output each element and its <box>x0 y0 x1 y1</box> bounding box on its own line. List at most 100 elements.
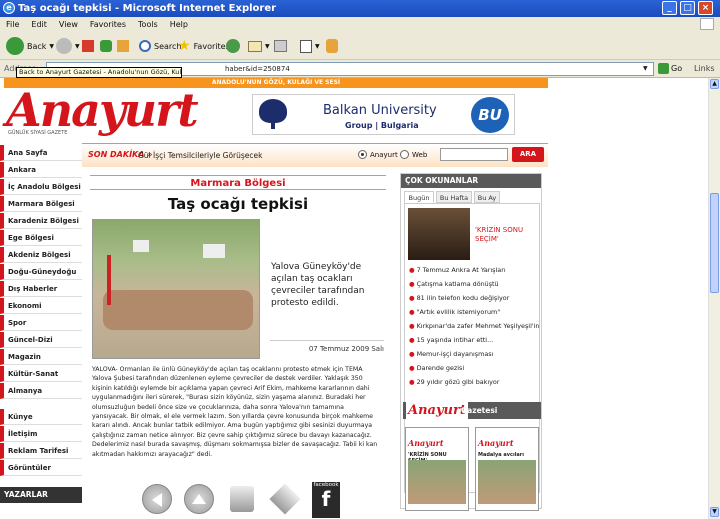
search-scope-web-label: Web <box>412 151 428 159</box>
print-article-icon[interactable] <box>230 486 254 512</box>
banner-mark: BU <box>471 97 509 133</box>
go-arrow-icon <box>658 63 669 74</box>
list-item[interactable]: ● "Artık evlilik istemiyorum" <box>409 308 539 316</box>
go-button[interactable]: Go <box>671 64 682 73</box>
newspaper-cover[interactable]: Anayurt Madalya avcıları <box>475 427 539 511</box>
nav-item[interactable]: Ankara <box>0 162 82 178</box>
article-date: 07 Temmuz 2009 Salı <box>308 345 384 353</box>
history-button[interactable] <box>226 36 240 56</box>
article-section: Marmara Bölgesi <box>90 175 386 190</box>
edit-button[interactable]: ▼ <box>300 36 320 56</box>
bullet-icon: ● <box>409 364 417 372</box>
stop-button[interactable] <box>82 36 94 56</box>
facebook-icon: f <box>321 487 331 511</box>
forward-button[interactable]: ▼ <box>56 36 80 56</box>
scroll-thumb[interactable] <box>710 193 719 293</box>
messenger-icon <box>326 39 338 53</box>
list-item[interactable]: ● Darende gezisi <box>409 364 539 372</box>
list-item[interactable]: ● 7 Temmuz Ankra At Yarışları <box>409 266 539 274</box>
list-item[interactable]: ● Çatışma katlama dönüştü <box>409 280 539 288</box>
list-item[interactable]: ● 81 ilin telefon kodu değişiyor <box>409 294 539 302</box>
send-article-icon[interactable] <box>269 483 301 515</box>
site-logo[interactable]: Anayurt <box>6 86 199 134</box>
advert-banner[interactable]: Balkan University Group | Bulgaria BU <box>252 94 515 135</box>
gazete-logo: Anayurt <box>406 402 468 419</box>
scroll-up-arrow-icon[interactable]: ▲ <box>710 79 719 89</box>
next-button[interactable] <box>184 484 214 514</box>
menu-favorites[interactable]: Favorites <box>84 20 132 29</box>
featured-title[interactable]: 'KRİZİN SONU SEÇİM' <box>475 226 537 244</box>
menu-edit[interactable]: Edit <box>25 20 53 29</box>
nav-item[interactable]: Ana Sayfa <box>0 145 82 161</box>
cover-masthead: Anayurt <box>408 438 444 448</box>
minimize-button[interactable]: _ <box>662 1 677 15</box>
back-arrow-icon <box>6 37 24 55</box>
messenger-button[interactable] <box>326 36 338 56</box>
nav-item[interactable]: Kültür-Sanat <box>0 366 82 382</box>
close-button[interactable]: × <box>698 1 713 15</box>
nav-item[interactable]: Almanya <box>0 383 82 399</box>
maximize-button[interactable]: □ <box>680 1 695 15</box>
scroll-down-arrow-icon[interactable]: ▼ <box>710 507 719 517</box>
nav-item[interactable]: Magazin <box>0 349 82 365</box>
bullet-icon: ● <box>409 294 417 302</box>
newspaper-cover[interactable]: Anayurt 'KRİZİN SONU SEÇİM' <box>405 427 469 511</box>
cover-headline: Madalya avcıları <box>478 452 524 458</box>
nav-item[interactable]: Görüntüler <box>0 460 82 476</box>
nav-item[interactable]: Güncel-Dizi <box>0 332 82 348</box>
nav-item[interactable]: Marmara Bölgesi <box>0 196 82 212</box>
chevron-down-icon: ▼ <box>75 42 80 50</box>
list-item[interactable]: ● Kırkpınar'da zafer Mehmet Yeşilyeşil'i… <box>409 322 539 330</box>
son-dakika-text[interactable]: Gül İşçi Temsilcileriyle Görüşecek <box>138 151 262 160</box>
tab-this-week[interactable]: Bu Hafta <box>436 191 472 203</box>
nav-item[interactable]: Akdeniz Bölgesi <box>0 247 82 263</box>
bullet-icon: ● <box>409 280 417 288</box>
menu-tools[interactable]: Tools <box>132 20 164 29</box>
vertical-scrollbar[interactable]: ▲ ▼ <box>708 78 720 519</box>
previous-button[interactable] <box>142 484 172 514</box>
menu-view[interactable]: View <box>53 20 84 29</box>
site-search-input[interactable] <box>440 148 508 161</box>
nav-item[interactable]: Karadeniz Bölgesi <box>0 213 82 229</box>
print-button[interactable] <box>274 36 287 56</box>
search-icon <box>139 40 151 52</box>
menu-file[interactable]: File <box>0 20 25 29</box>
search-scope-anayurt-radio[interactable] <box>358 150 367 159</box>
nav-item[interactable]: Dış Haberler <box>0 281 82 297</box>
refresh-icon <box>100 40 112 52</box>
links-button[interactable]: Links <box>694 64 715 73</box>
favorites-button[interactable]: ★ Favorites <box>178 36 230 56</box>
back-button[interactable]: Back ▼ <box>6 36 54 56</box>
chevron-down-icon: ▼ <box>315 42 320 50</box>
refresh-button[interactable] <box>100 36 112 56</box>
tab-today[interactable]: Bugün <box>404 191 434 203</box>
menu-help[interactable]: Help <box>164 20 194 29</box>
search-button[interactable]: Search <box>139 36 181 56</box>
nav-item[interactable]: İletişim <box>0 426 82 442</box>
list-item[interactable]: ● 15 yaşında intihar etti... <box>409 336 539 344</box>
featured-thumbnail[interactable] <box>408 208 470 260</box>
placard-icon <box>203 244 225 258</box>
mail-button[interactable]: ▼ <box>248 36 270 56</box>
nav-item[interactable]: Doğu-Güneydoğu <box>0 264 82 280</box>
list-item[interactable]: ● 29 yıldır gözü gibi bakıyor <box>409 378 539 386</box>
gazete-label: Gazetesi <box>461 406 498 415</box>
banner-name: Balkan University <box>323 103 437 118</box>
favorites-label: Favorites <box>193 41 230 51</box>
site-search-button[interactable]: ARA <box>512 147 544 162</box>
printer-icon <box>274 40 287 52</box>
article-photo[interactable] <box>92 219 260 359</box>
back-tooltip: Back to Anayurt Gazetesi - Anadolu'nun G… <box>16 67 182 78</box>
list-item[interactable]: ● Memur-işçi dayanışması <box>409 350 539 358</box>
tab-this-month[interactable]: Bu Ay <box>474 191 500 203</box>
facebook-share-button[interactable]: facebook f <box>312 482 340 518</box>
nav-item[interactable]: Ege Bölgesi <box>0 230 82 246</box>
home-button[interactable] <box>117 36 129 56</box>
nav-item[interactable]: Ekonomi <box>0 298 82 314</box>
search-scope-web-radio[interactable] <box>400 150 409 159</box>
bullet-icon: ● <box>409 266 417 274</box>
nav-item[interactable]: Künye <box>0 409 82 425</box>
nav-item[interactable]: İç Anadolu Bölgesi <box>0 179 82 195</box>
nav-item[interactable]: Spor <box>0 315 82 331</box>
nav-item[interactable]: Reklam Tarifesi <box>0 443 82 459</box>
